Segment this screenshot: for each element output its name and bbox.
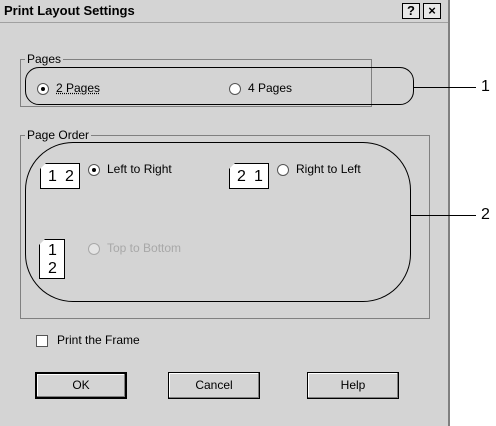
help-icon[interactable]: ?: [402, 3, 420, 19]
pages-group-label: Pages: [25, 52, 64, 66]
print-frame-checkbox[interactable]: [36, 335, 48, 347]
callout-outline-pages: [25, 67, 414, 105]
callout-number-1: 1: [481, 78, 490, 95]
ok-button[interactable]: OK: [35, 372, 127, 399]
callout-outline-page-order: [25, 142, 411, 302]
page-order-group-label: Page Order: [25, 128, 92, 142]
help-button[interactable]: Help: [307, 372, 399, 399]
title-bar: Print Layout Settings ? ×: [0, 0, 448, 23]
callout-leader-1: [414, 87, 476, 88]
callout-leader-2: [411, 215, 476, 216]
window-title: Print Layout Settings: [4, 3, 135, 18]
close-icon[interactable]: ×: [423, 3, 441, 19]
print-frame-label[interactable]: Print the Frame: [57, 333, 140, 347]
cancel-button[interactable]: Cancel: [168, 372, 260, 399]
callout-number-2: 2: [481, 206, 490, 223]
